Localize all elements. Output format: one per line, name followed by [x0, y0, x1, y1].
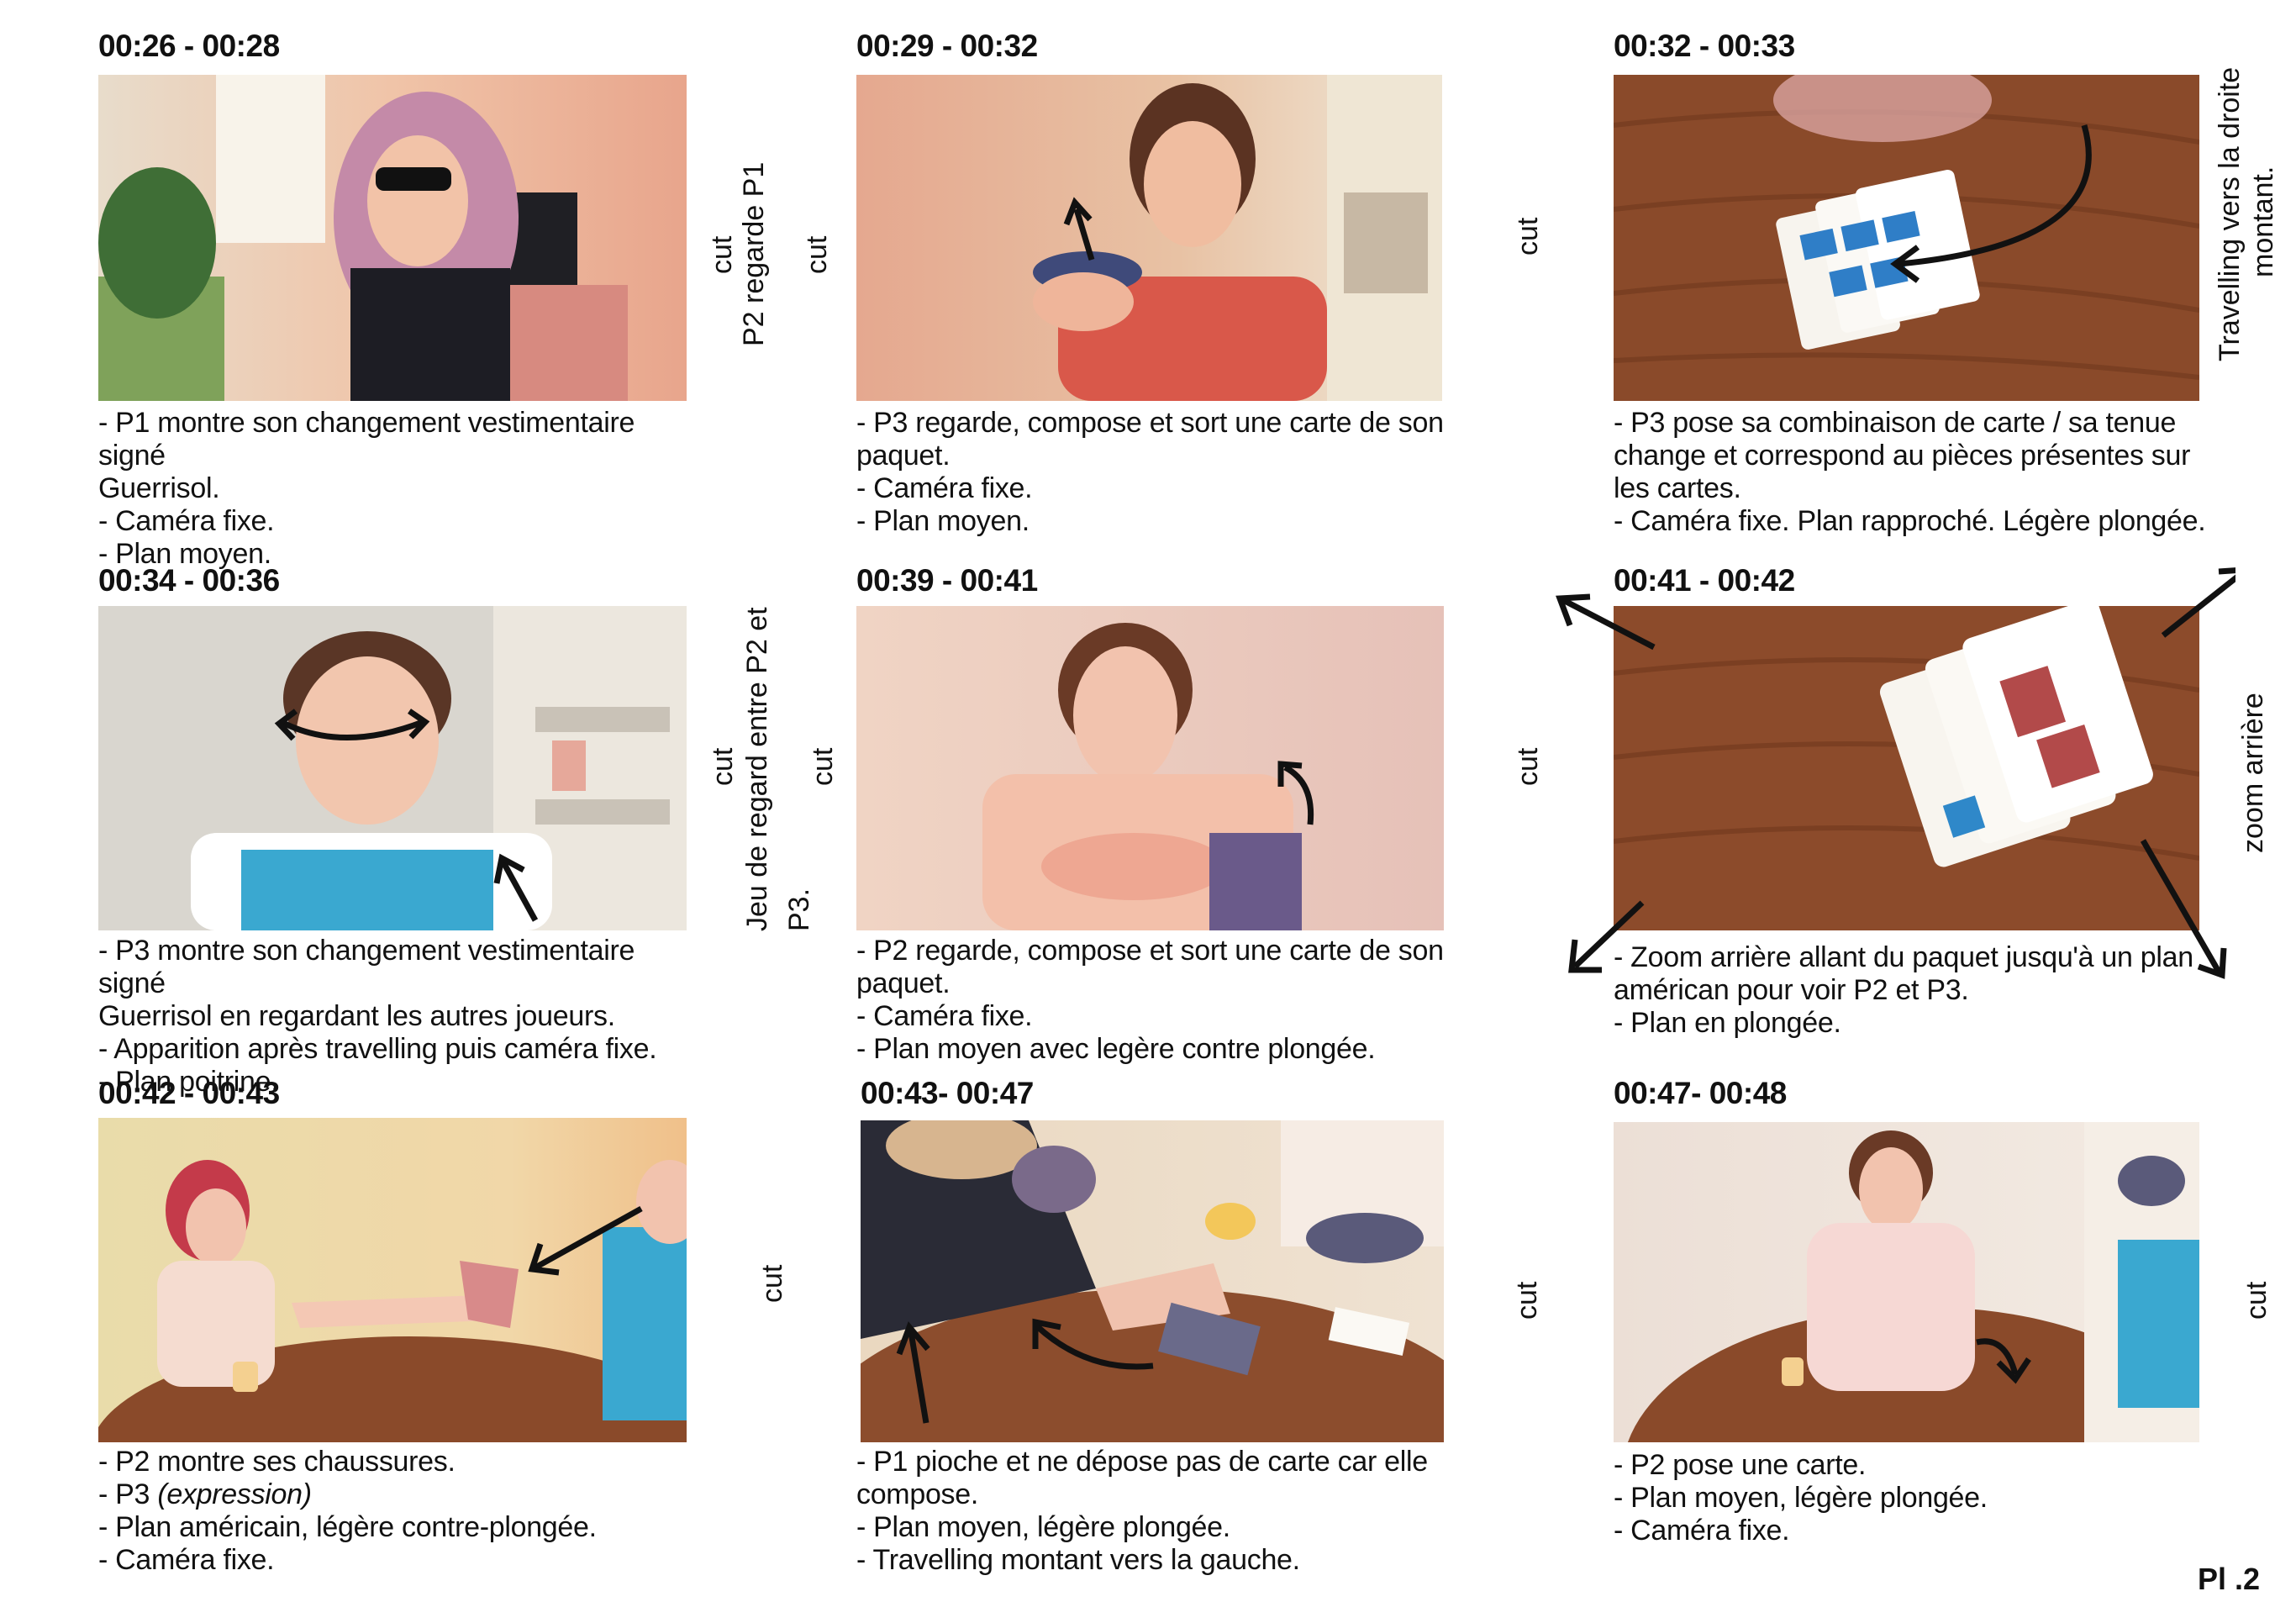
description-line: - P3 regarde, compose et sort une carte …: [856, 407, 1444, 439]
description-line: - P2 montre ses chaussures.: [98, 1446, 456, 1478]
cut-label: cut: [707, 747, 739, 786]
cut-label: cut: [807, 747, 839, 786]
cut-label: cut: [1512, 217, 1544, 256]
description-line: - Plan moyen avec legère contre plongée.: [856, 1033, 1376, 1065]
description-line: - P2 regarde, compose et sort une carte …: [856, 935, 1444, 967]
description-line: - Plan en plongée.: [1614, 1007, 1841, 1039]
cut-label: cut: [801, 235, 833, 274]
shot-8-time: 00:43- 00:47: [861, 1076, 1034, 1110]
cut-label: cut: [2241, 1281, 2272, 1320]
shot-9-description: - P2 pose une carte. - Plan moyen, légèr…: [1614, 1449, 2219, 1547]
description-line: - Caméra fixe.: [1614, 1515, 1790, 1547]
zoom-note: zoom arrière: [2237, 693, 2269, 853]
shot-5-description: - P2 regarde, compose et sort une carte …: [856, 935, 1461, 1066]
description-line: compose.: [856, 1478, 979, 1510]
description-line: - P1 pioche et ne dépose pas de carte ca…: [856, 1446, 1428, 1478]
description-line: - P1 montre son changement vestimentaire…: [98, 407, 635, 472]
cut-label: cut: [1512, 747, 1544, 786]
shot-2-description: - P3 regarde, compose et sort une carte …: [856, 407, 1461, 538]
transition-note: P3.: [783, 888, 815, 931]
description-line: - Caméra fixe. Plan rapproché. Légère pl…: [1614, 505, 2206, 537]
description-line: - Plan moyen.: [856, 505, 1030, 537]
description-line: - Caméra fixe.: [98, 1544, 275, 1576]
description-line: Guerrisol en regardant les autres joueur…: [98, 1000, 615, 1032]
description-line: - P3 pose sa combinaison de carte / sa t…: [1614, 407, 2177, 439]
travelling-note: montant.: [2247, 166, 2279, 277]
shot-1-image: [98, 75, 687, 401]
travelling-note: Travelling vers la droite: [2214, 66, 2246, 361]
cut-label: cut: [1511, 1281, 1543, 1320]
description-line: les cartes.: [1614, 472, 1741, 504]
shot-2-time: 00:29 - 00:32: [856, 29, 1038, 63]
shot-7-image: [98, 1118, 687, 1442]
shot-2-image: [856, 75, 1442, 401]
description-line: paquet.: [856, 967, 951, 999]
shot-8-description: - P1 pioche et ne dépose pas de carte ca…: [856, 1446, 1461, 1577]
shot-3-image: [1614, 75, 2199, 401]
shot-4-image: [98, 606, 687, 930]
page-number: Pl .2: [2198, 1562, 2261, 1596]
description-line: - Caméra fixe.: [98, 505, 275, 537]
shot-7-description: - P2 montre ses chaussures. - P3 (expres…: [98, 1446, 703, 1577]
description-line: - P2 pose une carte.: [1614, 1449, 1867, 1481]
description-text: - P3: [98, 1478, 158, 1510]
shot-4-time: 00:34 - 00:36: [98, 563, 280, 598]
shot-1-description: - P1 montre son changement vestimentaire…: [98, 407, 703, 571]
description-line: change et correspond au pièces présentes…: [1614, 440, 2191, 472]
description-line: Guerrisol.: [98, 472, 220, 504]
shot-4-description: - P3 montre son changement vestimentaire…: [98, 935, 703, 1099]
shot-3-description: - P3 pose sa combinaison de carte / sa t…: [1614, 407, 2219, 538]
description-line: - Plan moyen, légère plongée.: [1614, 1482, 1988, 1514]
description-line: - Travelling montant vers la gauche.: [856, 1544, 1300, 1576]
description-line: - P3 montre son changement vestimentaire…: [98, 935, 635, 999]
shot-8-image: [861, 1120, 1444, 1442]
cut-label: cut: [706, 235, 738, 274]
shot-9-time: 00:47- 00:48: [1614, 1076, 1787, 1110]
shot-5-time: 00:39 - 00:41: [856, 563, 1038, 598]
description-line: - P3 (expression): [98, 1478, 703, 1511]
description-line: - Caméra fixe.: [856, 1000, 1033, 1032]
transition-note: P2 regarde P1: [738, 161, 770, 346]
zoom-out-arrows: [1556, 567, 2235, 979]
description-line: - Apparition après travelling puis camér…: [98, 1033, 657, 1065]
description-line: - Plan américain, légère contre-plongée.: [98, 1511, 597, 1543]
cut-label: cut: [756, 1264, 788, 1303]
shot-5-image: [856, 606, 1444, 930]
shot-9-image: [1614, 1122, 2199, 1442]
description-emphasis: (expression): [157, 1478, 312, 1510]
shot-7-time: 00:42 - 00:43: [98, 1076, 280, 1110]
transition-note: Jeu de regard entre P2 et: [741, 607, 773, 931]
shot-3-time: 00:32 - 00:33: [1614, 29, 1795, 63]
description-line: - Caméra fixe.: [856, 472, 1033, 504]
description-line: - Plan moyen, légère plongée.: [856, 1511, 1230, 1543]
shot-1-time: 00:26 - 00:28: [98, 29, 280, 63]
description-line: paquet.: [856, 440, 951, 472]
